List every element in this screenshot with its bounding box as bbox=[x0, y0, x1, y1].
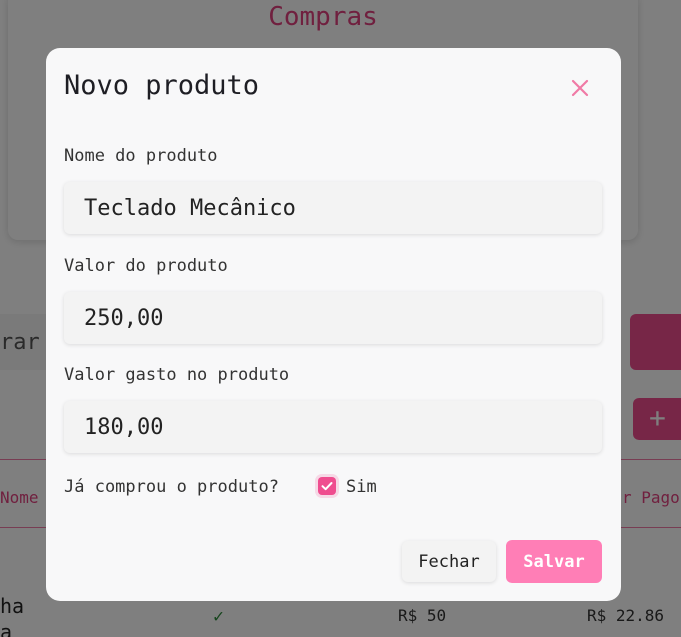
modal-title: Novo produto bbox=[64, 70, 260, 101]
bought-question: Já comprou o produto? bbox=[64, 477, 279, 497]
product-name-input[interactable] bbox=[64, 182, 602, 234]
bought-checkbox-label[interactable]: Sim bbox=[346, 477, 377, 497]
product-value-input[interactable] bbox=[64, 292, 602, 344]
close-button[interactable] bbox=[564, 72, 596, 104]
checkmark-icon bbox=[321, 482, 333, 491]
product-name-label: Nome do produto bbox=[64, 146, 218, 166]
close-icon bbox=[571, 79, 589, 97]
save-button[interactable]: Salvar bbox=[506, 540, 602, 583]
product-value-label: Valor do produto bbox=[64, 256, 228, 276]
product-spent-input[interactable] bbox=[64, 401, 602, 453]
product-spent-label: Valor gasto no produto bbox=[64, 365, 290, 385]
new-product-modal: Novo produto Nome do produto Valor do pr… bbox=[46, 48, 621, 601]
close-modal-button[interactable]: Fechar bbox=[402, 541, 496, 582]
bought-checkbox[interactable] bbox=[318, 477, 336, 495]
